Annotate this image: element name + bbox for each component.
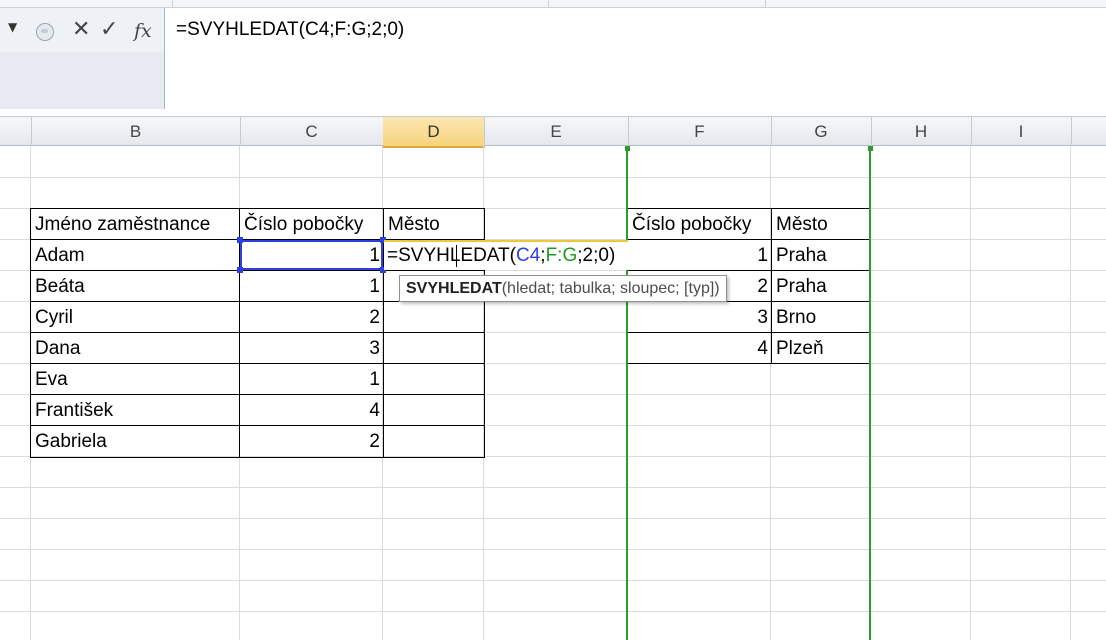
city-cell[interactable]: [383, 301, 485, 333]
formula-text: =SVYHLEDAT(C4;F:G;2;0): [176, 19, 405, 40]
branch-number-cell[interactable]: 1: [239, 363, 384, 395]
ribbon-separator: [172, 0, 173, 8]
column-header-row: B C D E F G H I: [0, 116, 1106, 148]
range-handle[interactable]: [625, 146, 630, 151]
lookup-city-cell[interactable]: Plzeň: [771, 332, 871, 364]
lookup-header-branch-number[interactable]: Číslo pobočky: [627, 208, 772, 240]
edit-formula-prefix: =SVYHLEDAT(: [387, 245, 516, 266]
insert-function-icon[interactable]: fx: [134, 20, 152, 42]
employee-name-cell[interactable]: František: [30, 394, 240, 426]
branch-number-cell[interactable]: 3: [239, 332, 384, 364]
branch-number-cell[interactable]: 2: [239, 425, 384, 458]
edit-formula-suffix: ;2;0): [577, 245, 616, 266]
column-header-b[interactable]: B: [31, 117, 241, 146]
ribbon-separator: [765, 0, 766, 8]
city-cell[interactable]: [383, 363, 485, 395]
lookup-branch-cell[interactable]: 3: [627, 301, 772, 333]
cancel-icon[interactable]: ✕: [72, 17, 90, 42]
range-reference-border-left: [626, 148, 628, 640]
cell-edit-box[interactable]: =SVYHLEDAT(C4;F:G;2;0): [384, 240, 628, 270]
range-handle[interactable]: [868, 146, 873, 151]
text-cursor: [456, 245, 457, 267]
ribbon-strip: [0, 0, 1106, 8]
branch-number-cell[interactable]: 1: [239, 270, 384, 302]
lookup-branch-cell[interactable]: 1: [627, 239, 772, 271]
reference-handle[interactable]: [237, 267, 243, 273]
edit-formula-ref-c4: C4: [516, 245, 541, 266]
branch-number-cell[interactable]: 2: [239, 301, 384, 333]
employee-name-cell[interactable]: Beáta: [30, 270, 240, 302]
column-header-c[interactable]: C: [240, 117, 384, 146]
lookup-branch-cell[interactable]: 4: [627, 332, 772, 364]
name-box-dropdown-icon[interactable]: ▼: [8, 20, 17, 34]
header-branch-number[interactable]: Číslo pobočky: [239, 208, 384, 240]
column-header-g[interactable]: G: [771, 117, 872, 146]
city-cell[interactable]: [383, 425, 485, 458]
employee-name-cell[interactable]: Adam: [30, 239, 240, 271]
reference-handle[interactable]: [237, 237, 243, 243]
lookup-city-cell[interactable]: Brno: [771, 301, 871, 333]
city-cell[interactable]: [383, 332, 485, 364]
header-city[interactable]: Město: [383, 208, 485, 240]
column-header-i[interactable]: I: [971, 117, 1072, 146]
tooltip-arguments: (hledat; tabulka; sloupec; [typ]): [501, 280, 720, 297]
lookup-city-cell[interactable]: Praha: [771, 270, 871, 302]
formula-buttons: ✕ ✓ fx: [30, 15, 158, 47]
employee-name-cell[interactable]: Gabriela: [30, 425, 240, 458]
header-employee-name[interactable]: Jméno zaměstnance: [30, 208, 240, 240]
name-box-area: [0, 52, 164, 109]
select-all-corner[interactable]: [0, 117, 32, 146]
edit-formula-ref-fg: F:G: [545, 245, 578, 266]
cell-reference-highlight: [240, 240, 383, 270]
city-cell[interactable]: [383, 394, 485, 426]
employee-name-cell[interactable]: Cyril: [30, 301, 240, 333]
enter-icon[interactable]: ✓: [100, 17, 118, 42]
employee-name-cell[interactable]: Dana: [30, 332, 240, 364]
branch-number-cell[interactable]: 4: [239, 394, 384, 426]
tooltip-function-name[interactable]: SVYHLEDAT: [406, 280, 502, 297]
range-reference-border-right: [869, 148, 871, 640]
lookup-city-cell[interactable]: Praha: [771, 239, 871, 271]
column-header-e[interactable]: E: [484, 117, 629, 146]
column-header-d[interactable]: D: [383, 117, 485, 148]
function-tooltip[interactable]: SVYHLEDAT(hledat; tabulka; sloupec; [typ…: [399, 275, 727, 302]
column-header-next[interactable]: [1071, 117, 1106, 146]
lookup-header-city[interactable]: Město: [771, 208, 871, 240]
column-header-h[interactable]: H: [871, 117, 972, 146]
expand-handle-icon[interactable]: [36, 23, 54, 41]
column-header-f[interactable]: F: [628, 117, 772, 146]
ribbon-separator: [548, 0, 549, 8]
employee-name-cell[interactable]: Eva: [30, 363, 240, 395]
